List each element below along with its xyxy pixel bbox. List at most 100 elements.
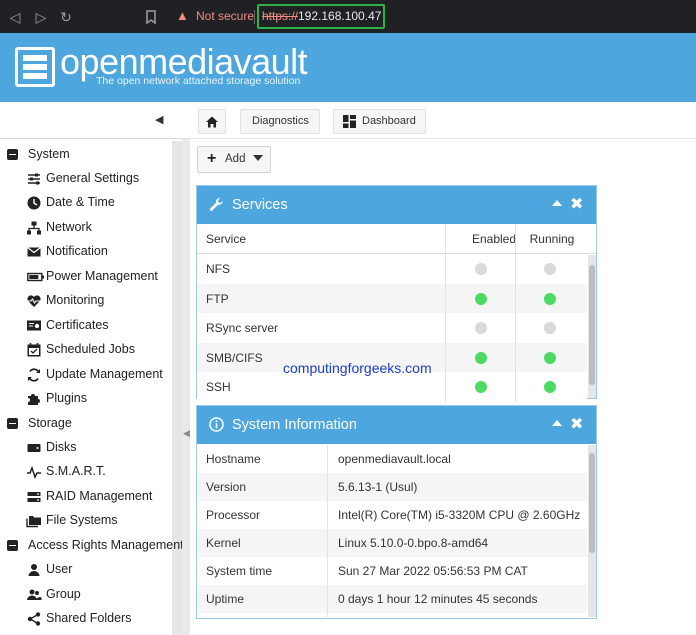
nav-item-user[interactable]: User <box>0 558 172 582</box>
nav-item-smart[interactable]: S.M.A.R.T. <box>0 460 172 484</box>
nav-item-raid-management[interactable]: RAID Management <box>0 485 172 509</box>
scrollbar-thumb[interactable] <box>589 265 595 385</box>
services-scrollbar[interactable] <box>588 255 596 398</box>
column-divider <box>445 254 446 284</box>
bookmark-icon[interactable] <box>141 7 161 27</box>
nav-item-label: File Systems <box>46 513 118 527</box>
service-name: NFS <box>206 262 230 276</box>
service-name: SMB/CIFS <box>206 350 263 365</box>
breadcrumb-dashboard[interactable]: Dashboard <box>333 109 426 134</box>
nav-group-storage[interactable]: Storage <box>0 412 172 436</box>
breadcrumb-label: Dashboard <box>362 115 416 127</box>
info-key: Processor <box>206 508 261 522</box>
security-label[interactable]: Not secure <box>196 9 254 23</box>
info-key: Hostname <box>206 452 261 466</box>
collapse-sidebar-icon[interactable]: ◀ <box>155 113 163 126</box>
collapse-widget-icon[interactable] <box>552 420 562 426</box>
table-row[interactable]: Kernel Linux 5.10.0-0.bpo.8-amd64 <box>197 529 587 557</box>
table-row[interactable]: RSync server <box>197 313 587 343</box>
collapse-minus-icon[interactable] <box>7 418 18 429</box>
panel-splitter[interactable] <box>182 139 190 635</box>
nav-item-group[interactable]: Group <box>0 583 172 607</box>
pulse-icon <box>26 464 42 480</box>
services-widget-title: Services <box>232 197 288 213</box>
envelope-icon <box>26 244 42 260</box>
nav-item-file-systems[interactable]: File Systems <box>0 509 172 533</box>
nav-item-notification[interactable]: Notification <box>0 240 172 264</box>
service-name: SSH <box>206 380 231 394</box>
wrench-icon <box>209 197 224 215</box>
system-info-scrollbar[interactable] <box>588 445 596 617</box>
nav-group-label: Access Rights Management <box>28 538 184 552</box>
breadcrumb-diagnostics[interactable]: Diagnostics <box>240 109 320 134</box>
services-widget-header[interactable]: Services ✖ <box>197 186 596 224</box>
nav-item-label: Shared Folders <box>46 611 132 625</box>
nav-item-label: General Settings <box>46 171 140 185</box>
system-info-widget-header[interactable]: System Information ✖ <box>197 406 596 444</box>
table-row[interactable]: Hostname openmediavault.local <box>197 445 587 473</box>
nav-item-update-management[interactable]: Update Management <box>0 363 172 387</box>
breadcrumb-home[interactable] <box>198 109 226 134</box>
forward-arrow-icon[interactable]: ▷ <box>31 7 51 27</box>
collapse-minus-icon[interactable] <box>7 149 18 160</box>
close-widget-icon[interactable]: ✖ <box>570 194 583 214</box>
enabled-status-dot <box>475 322 487 334</box>
table-row[interactable]: NFS <box>197 254 587 284</box>
nav-item-label: Group <box>46 587 81 601</box>
back-arrow-icon[interactable]: ◁ <box>5 7 25 27</box>
column-divider <box>445 372 446 402</box>
table-row[interactable]: System time Sun 27 Mar 2022 05:56:53 PM C… <box>197 557 587 585</box>
column-divider <box>515 224 516 254</box>
scrollbar-thumb[interactable] <box>589 453 595 553</box>
column-divider <box>515 313 516 343</box>
collapse-widget-icon[interactable] <box>552 200 562 206</box>
nav-item-general-settings[interactable]: General Settings <box>0 167 172 191</box>
clock-icon <box>26 195 42 211</box>
nav-item-shared-folders[interactable]: Shared Folders <box>0 607 172 631</box>
nav-item-plugins[interactable]: Plugins <box>0 387 172 411</box>
nav-item-monitoring[interactable]: Monitoring <box>0 289 172 313</box>
table-row[interactable]: SSH <box>197 372 587 402</box>
sliders-icon <box>26 171 42 187</box>
puzzle-icon <box>26 391 42 407</box>
group-icon <box>26 587 42 603</box>
add-widget-button[interactable]: + Add <box>197 146 271 173</box>
reload-icon[interactable]: ↻ <box>56 7 76 27</box>
nav-item-label: Notification <box>46 244 108 258</box>
splitter-grip-icon[interactable]: ◀ <box>183 428 190 439</box>
nav-item-disks[interactable]: Disks <box>0 436 172 460</box>
nav-item-label: S.M.A.R.T. <box>46 464 106 478</box>
warning-icon[interactable]: ▲ <box>176 8 189 24</box>
certificate-icon <box>26 318 42 334</box>
column-divider <box>445 224 446 254</box>
info-value: Linux 5.10.0-0.bpo.8-amd64 <box>338 536 489 550</box>
network-icon <box>26 220 42 236</box>
table-row[interactable]: Uptime 0 days 1 hour 12 minutes 45 second… <box>197 585 587 613</box>
nav-item-label: User <box>46 562 73 576</box>
nav-item-date-time[interactable]: Date & Time <box>0 191 172 215</box>
close-widget-icon[interactable]: ✖ <box>570 414 583 434</box>
nav-item-label: Date & Time <box>46 195 115 209</box>
nav-item-label: RAID Management <box>46 489 153 503</box>
nav-group-access-rights[interactable]: Access Rights Management <box>0 534 184 558</box>
table-row[interactable]: FTP <box>197 283 587 313</box>
table-row[interactable]: Processor Intel(R) Core(TM) i5-3320M CPU … <box>197 501 587 529</box>
running-status-dot <box>544 381 556 393</box>
nav-item-scheduled-jobs[interactable]: Scheduled Jobs <box>0 338 172 362</box>
sidebar-scrollbar[interactable] <box>172 141 182 635</box>
nav-item-label: Update Management <box>46 367 163 381</box>
nav-item-power-management[interactable]: Power Management <box>0 265 172 289</box>
column-divider <box>515 342 516 372</box>
collapse-minus-icon[interactable] <box>7 540 18 551</box>
nav-group-system[interactable]: System <box>0 143 172 167</box>
table-row[interactable]: Version 5.6.13-1 (Usul) <box>197 473 587 501</box>
nav-item-label: Certificates <box>46 318 109 332</box>
nav-item-network[interactable]: Network <box>0 216 172 240</box>
column-header-running[interactable]: Running <box>517 224 587 254</box>
info-key: System time <box>206 564 273 578</box>
info-value: Sun 27 Mar 2022 05:56:53 PM CAT <box>338 564 528 578</box>
info-key: Version <box>206 480 247 494</box>
nav-item-certificates[interactable]: Certificates <box>0 314 172 338</box>
service-name: FTP <box>206 291 229 306</box>
url-scheme: https:// <box>262 9 299 23</box>
